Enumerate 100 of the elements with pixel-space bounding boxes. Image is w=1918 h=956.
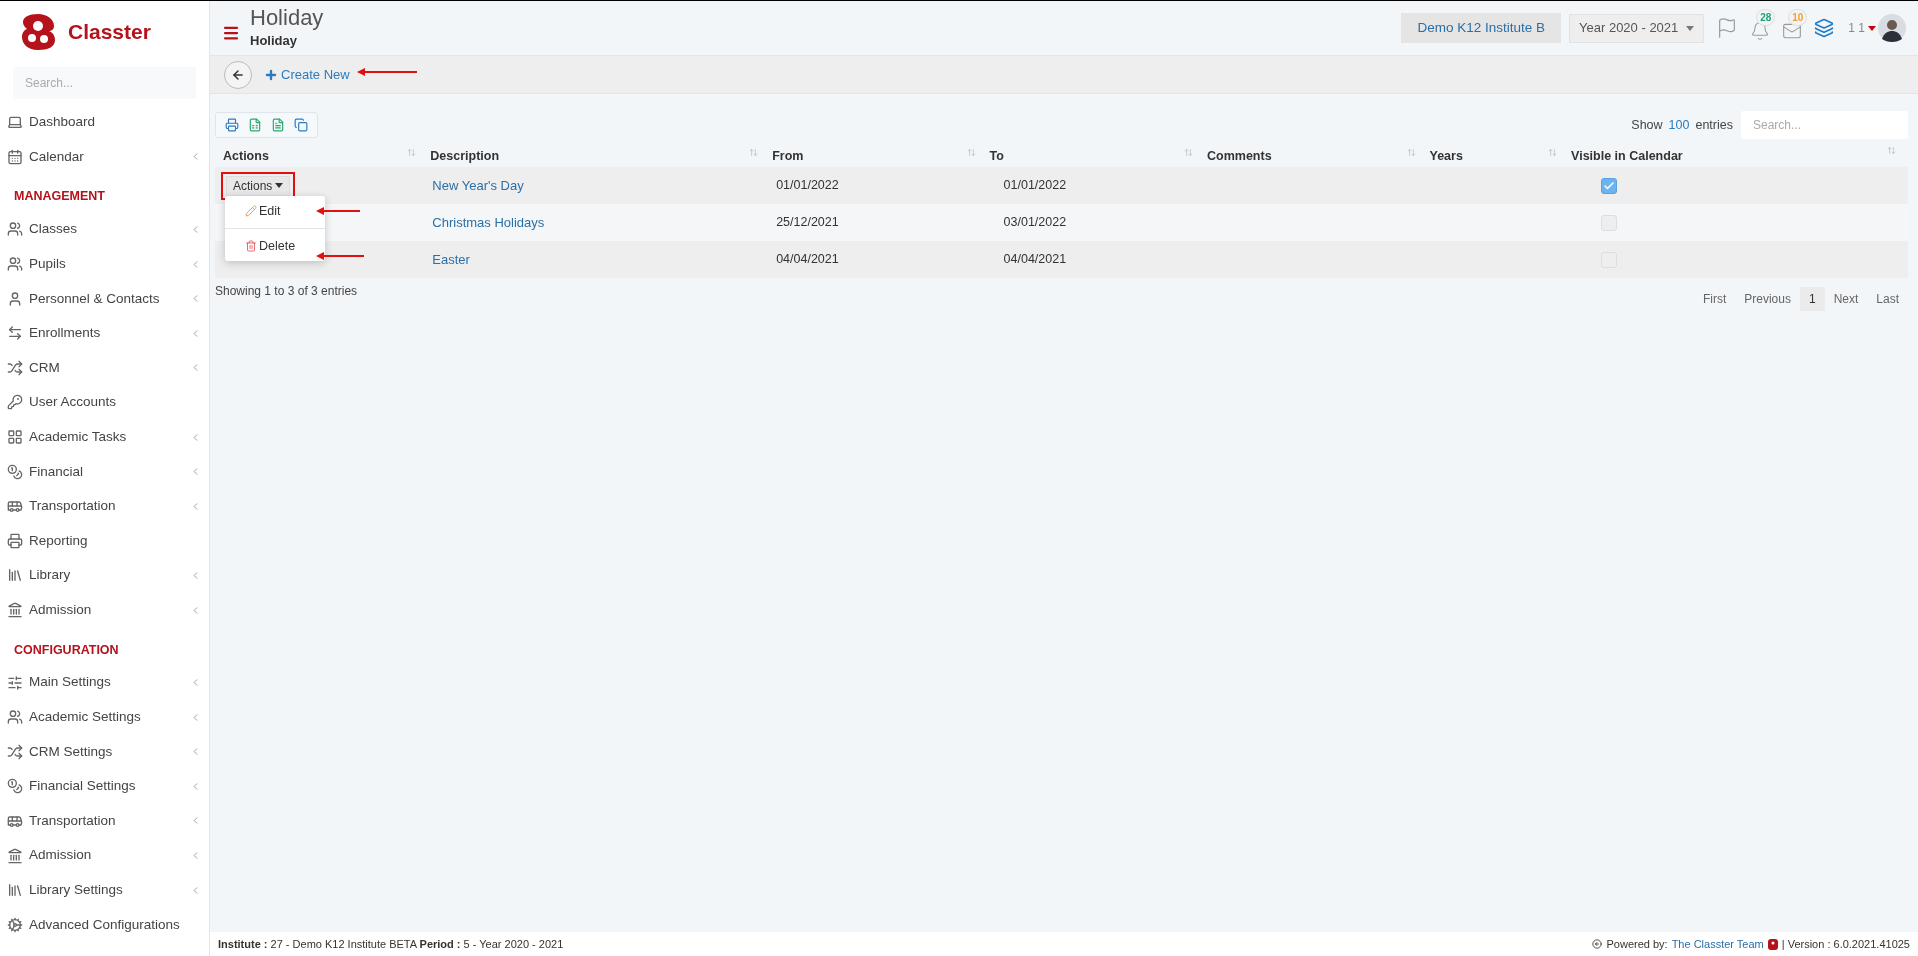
bus-icon <box>7 813 23 829</box>
copy-icon[interactable] <box>294 118 308 132</box>
table-cell: 01/01/2022 <box>776 178 839 193</box>
document-icon[interactable] <box>271 118 285 132</box>
annotation-arrow <box>355 67 417 77</box>
create-new-link[interactable]: Create New <box>264 64 350 85</box>
spreadsheet-icon[interactable] <box>248 118 262 132</box>
column-header[interactable]: Years <box>1429 146 1463 166</box>
sort-icon[interactable] <box>1886 145 1896 155</box>
entries-label: entries <box>1695 116 1733 134</box>
key-icon <box>7 394 23 411</box>
people-icon <box>7 256 23 273</box>
bank-icon <box>7 847 23 864</box>
sliders-icon <box>7 674 23 691</box>
column-header[interactable]: To <box>989 146 1004 166</box>
logo-icon <box>20 12 56 52</box>
sidebar-item[interactable]: Classes <box>0 212 209 247</box>
pagination-button[interactable]: Next <box>1824 287 1868 311</box>
sort-icon[interactable] <box>407 147 417 157</box>
page-title: Holiday <box>250 5 324 32</box>
column-header[interactable]: Comments <box>1207 146 1272 166</box>
actions-dropdown[interactable]: Actions <box>226 175 291 196</box>
sidebar-item[interactable]: Financial <box>0 454 209 489</box>
logo-icon <box>1767 938 1778 950</box>
table-search-field[interactable]: Search... <box>1741 111 1908 139</box>
section-heading: MANAGEMENT <box>14 188 105 206</box>
sort-icon[interactable] <box>1184 147 1193 157</box>
coins-icon <box>7 463 23 480</box>
pagination-button[interactable]: Previous <box>1735 287 1800 311</box>
description-link[interactable]: Easter <box>432 251 470 267</box>
column-header[interactable]: Visible in Calendar <box>1571 146 1683 166</box>
show-label: Show <box>1631 116 1663 134</box>
sidebar-item[interactable]: User Accounts <box>0 385 209 420</box>
year-dropdown[interactable]: Year 2020 - 2021 <box>1569 13 1705 43</box>
sidebar-item[interactable]: Library Settings <box>0 872 209 908</box>
back-button[interactable] <box>224 60 252 89</box>
sidebar-item[interactable]: Academic Tasks <box>0 419 209 455</box>
back-arrow-icon <box>231 67 245 82</box>
sidebar-item[interactable]: Academic Settings <box>0 699 209 735</box>
sort-icon[interactable] <box>966 147 976 157</box>
team-link[interactable]: The Classter Team <box>1671 935 1764 953</box>
shuffle-icon <box>7 359 23 376</box>
sidebar-item[interactable]: Pupils <box>0 246 209 282</box>
checkbox[interactable] <box>1601 177 1618 194</box>
sort-icon[interactable] <box>1406 147 1416 157</box>
menu-item[interactable]: Delete <box>225 235 325 257</box>
powered-label: Powered by: <box>1606 936 1668 952</box>
pagination-button[interactable]: Last <box>1867 287 1908 311</box>
sort-icon[interactable] <box>1548 147 1558 157</box>
sort-icon[interactable] <box>749 147 759 157</box>
sidebar-item[interactable]: Personnel & Contacts <box>0 281 209 316</box>
people-icon <box>7 709 23 726</box>
sidebar-item[interactable]: Dashboard <box>0 105 209 140</box>
pencil-icon <box>245 205 257 217</box>
description-link[interactable]: Christmas Holidays <box>432 214 545 230</box>
sidebar-item[interactable]: Calendar <box>0 139 209 175</box>
institute-button[interactable]: Demo K12 Institute B <box>1401 13 1562 43</box>
sidebar-item[interactable]: Enrollments <box>0 315 209 351</box>
annotation-arrow <box>314 206 360 216</box>
avatar[interactable] <box>1878 14 1906 42</box>
section-heading: CONFIGURATION <box>14 641 119 659</box>
brand-name: Classter <box>68 19 151 46</box>
column-header[interactable]: Description <box>430 146 500 166</box>
column-header[interactable]: From <box>772 146 804 166</box>
printer-icon[interactable] <box>225 118 239 132</box>
calendar-icon <box>7 148 23 165</box>
bell-icon[interactable] <box>1750 21 1771 41</box>
search-field[interactable]: Search... <box>13 67 196 99</box>
mail-icon[interactable] <box>1782 21 1803 41</box>
annotation-arrow <box>314 251 364 261</box>
column-header[interactable]: Actions <box>223 146 269 166</box>
bus-icon <box>7 498 23 515</box>
sidebar-item[interactable]: Transportation <box>0 803 209 839</box>
table-cell: 25/12/2021 <box>776 215 839 230</box>
sidebar-item[interactable]: Transportation <box>0 488 209 524</box>
description-link[interactable]: New Year's Day <box>432 177 524 193</box>
laptop-icon <box>7 114 23 131</box>
sidebar-item[interactable]: Admission <box>0 592 209 628</box>
sidebar-item[interactable]: Admission <box>0 838 209 873</box>
footer-info: Institute : 27 - Demo K12 Institute BETA Period : 5 - Year 2020 - 2021 <box>218 936 564 952</box>
books-icon <box>7 567 23 584</box>
notification-badge: 28 <box>1756 9 1776 26</box>
sidebar-item[interactable]: CRM <box>0 350 209 386</box>
pagination-button[interactable]: First <box>1693 287 1736 311</box>
arrows-icon <box>7 325 23 342</box>
menu-item[interactable]: Edit <box>225 200 325 222</box>
sidebar-item[interactable]: CRM Settings <box>0 734 209 770</box>
pagination-button[interactable]: 1 <box>1799 287 1825 311</box>
menu-icon[interactable] <box>222 24 240 42</box>
layers-icon[interactable] <box>1814 18 1835 38</box>
bank-icon <box>7 602 23 618</box>
table-cell: 04/04/2021 <box>1003 252 1067 267</box>
check-icon <box>1603 179 1616 192</box>
sidebar-item[interactable]: Library <box>0 558 209 593</box>
sidebar-item[interactable]: Main Settings <box>0 665 209 700</box>
page-length-dropdown[interactable]: 100 <box>1668 115 1690 135</box>
sidebar-item[interactable]: Advanced Configurations <box>0 907 209 943</box>
people-icon <box>7 221 23 238</box>
sidebar-item[interactable]: Reporting <box>0 523 209 559</box>
sidebar-item[interactable]: Financial Settings <box>0 769 209 804</box>
